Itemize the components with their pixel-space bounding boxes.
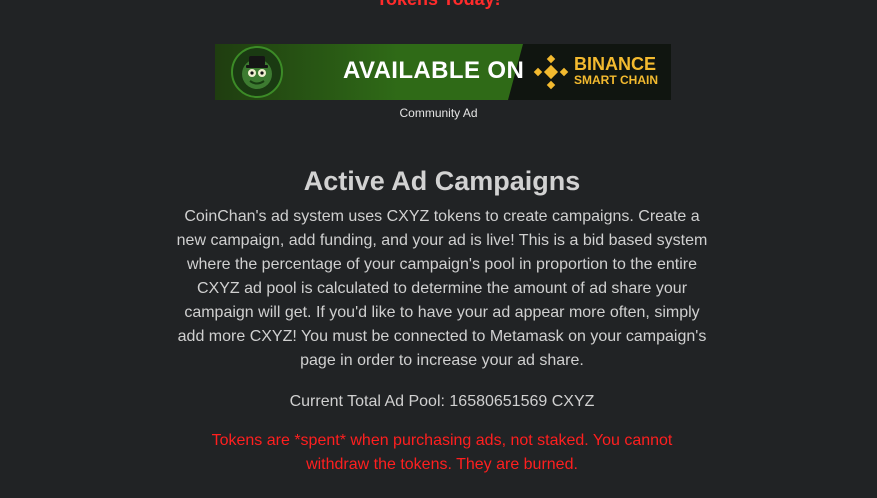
- current-ad-pool-text: Current Total Ad Pool: 16580651569 CXYZ: [289, 393, 595, 410]
- binance-brand-name: BINANCE: [574, 54, 657, 74]
- binance-brand-subtitle: SMART CHAIN: [574, 73, 658, 87]
- frog-mascot-icon: [231, 46, 283, 98]
- burned-tokens-warning: Tokens are *spent* when purchasing ads, …: [211, 432, 673, 473]
- banner-headline: AVAILABLE ON: [343, 57, 525, 84]
- partial-page-title: Tokens Today!: [0, 0, 877, 10]
- page: Tokens Today! AVAILABLE ON BINANC: [0, 0, 877, 498]
- community-ad-banner[interactable]: AVAILABLE ON BINANCE SMART CHAIN: [215, 44, 671, 100]
- ad-system-description: CoinChan's ad system uses CXYZ tokens to…: [176, 208, 708, 369]
- community-ad-label: Community Ad: [399, 106, 478, 120]
- active-ad-campaigns-heading: Active Ad Campaigns: [303, 166, 581, 196]
- binance-logo-icon: [533, 54, 569, 90]
